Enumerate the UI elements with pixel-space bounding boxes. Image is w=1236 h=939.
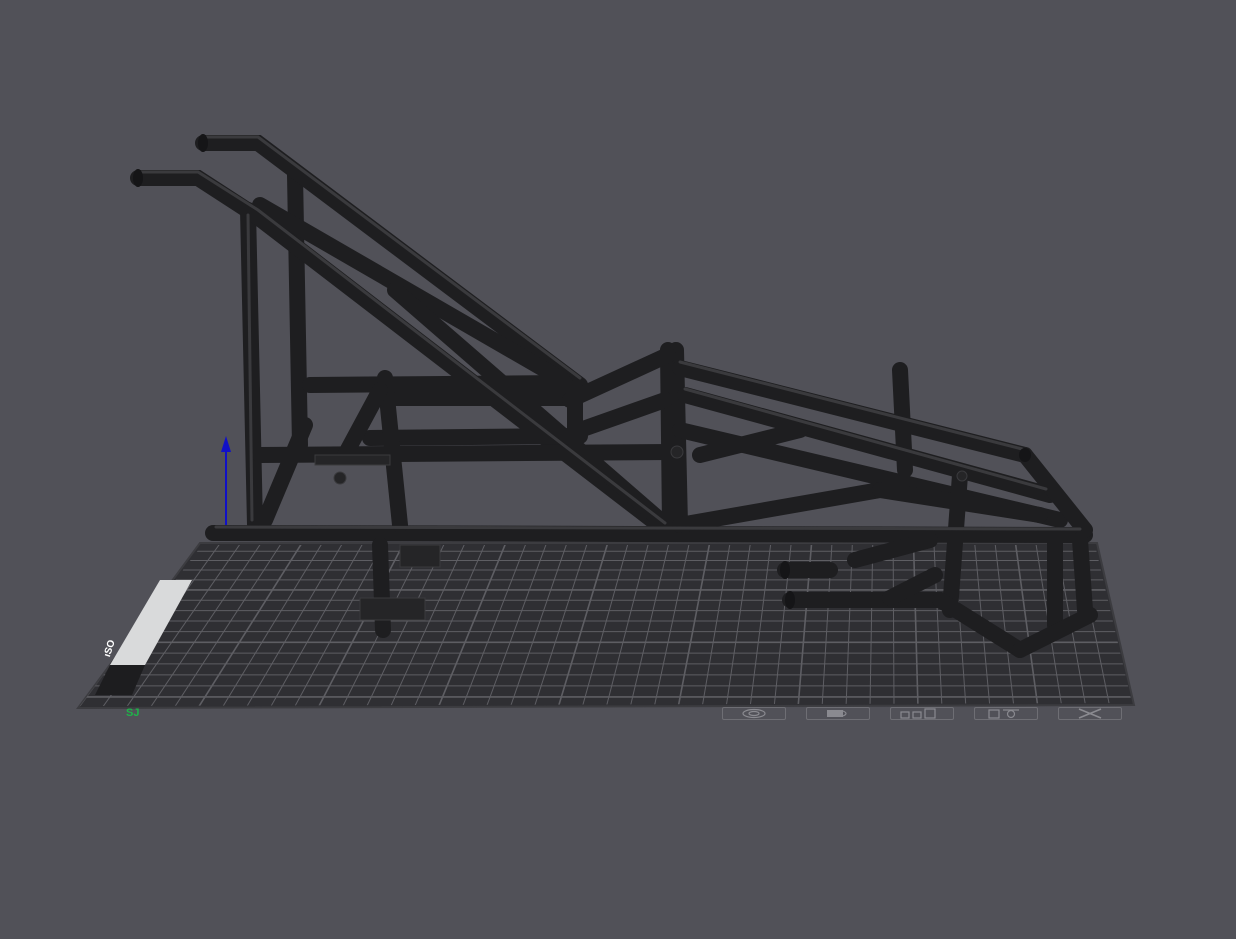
- bed-axis-label: SJ: [126, 707, 140, 719]
- bed-texture-icon[interactable]: [806, 707, 870, 720]
- cross-icon[interactable]: [1058, 707, 1122, 720]
- scene-canvas: [76, 134, 1136, 710]
- z-axis-arrow: [221, 436, 231, 525]
- 3d-viewport[interactable]: SJ ıSO: [0, 0, 1236, 939]
- layers-icon[interactable]: [890, 707, 954, 720]
- target-icon[interactable]: [722, 707, 786, 720]
- nozzle-icon[interactable]: [974, 707, 1038, 720]
